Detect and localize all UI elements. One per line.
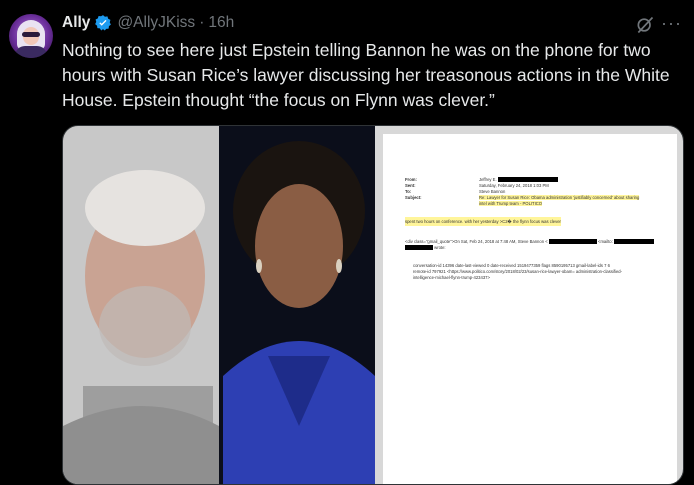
doc-sent: Sent: xyxy=(405,183,416,188)
doc-meta-line1: conversation-id 14396 date-last-viewed 0… xyxy=(413,263,610,268)
doc-subject-line1: Re: Lawyer for Susan Rice: Obama adminis… xyxy=(479,195,640,200)
redaction-bar xyxy=(548,239,597,245)
redaction-bar xyxy=(497,177,558,183)
tweet-timestamp[interactable]: 16h xyxy=(208,14,234,32)
doc-from-value: Jeffrey E. xyxy=(479,177,558,183)
tweet-header: Ally @AllyJKiss · 16h xyxy=(62,12,234,34)
email-document: From: Jeffrey E. Sent: Saturday, Februar… xyxy=(383,134,677,484)
doc-sent-value: Saturday, February 24, 2018 1:03 PM xyxy=(479,183,549,188)
redaction-bar xyxy=(405,245,433,251)
author-handle[interactable]: @AllyJKiss xyxy=(117,14,195,32)
tweet-text: Nothing to see here just Epstein telling… xyxy=(62,40,670,110)
avatar[interactable] xyxy=(9,14,53,58)
doc-subject-line2: intel with Trump team - POLITICO xyxy=(479,201,543,206)
document-image[interactable]: From: Jeffrey E. Sent: Saturday, Februar… xyxy=(375,126,683,484)
photo-collage[interactable] xyxy=(63,126,375,485)
avatar-body xyxy=(15,46,47,58)
avatar-glasses xyxy=(22,32,40,37)
doc-quote-line1: <div class="gmail_quote">On Sat, Feb 24,… xyxy=(405,239,654,245)
doc-to-value: Steve Bannon xyxy=(479,189,506,194)
grok-icon[interactable] xyxy=(635,15,655,35)
tweet-media[interactable]: From: Jeffrey E. Sent: Saturday, Februar… xyxy=(62,125,684,485)
redaction-bar xyxy=(613,239,654,245)
doc-to: To: xyxy=(405,189,412,194)
doc-meta-line2: remote-id 797921 <https://www.politico.c… xyxy=(413,269,623,274)
doc-body-line: spent two hours on conference. with her … xyxy=(405,217,561,226)
verified-badge-icon[interactable] xyxy=(94,14,112,32)
doc-meta-line3: intelligence-michael-flynn-trump-423437> xyxy=(413,275,490,280)
doc-quote-line2: wrote: xyxy=(405,245,446,251)
more-icon[interactable]: ··· xyxy=(661,13,682,34)
separator-dot: · xyxy=(199,14,205,31)
author-name[interactable]: Ally xyxy=(62,14,90,32)
doc-from: From: xyxy=(405,177,417,182)
doc-subject: Subject: xyxy=(405,195,422,200)
